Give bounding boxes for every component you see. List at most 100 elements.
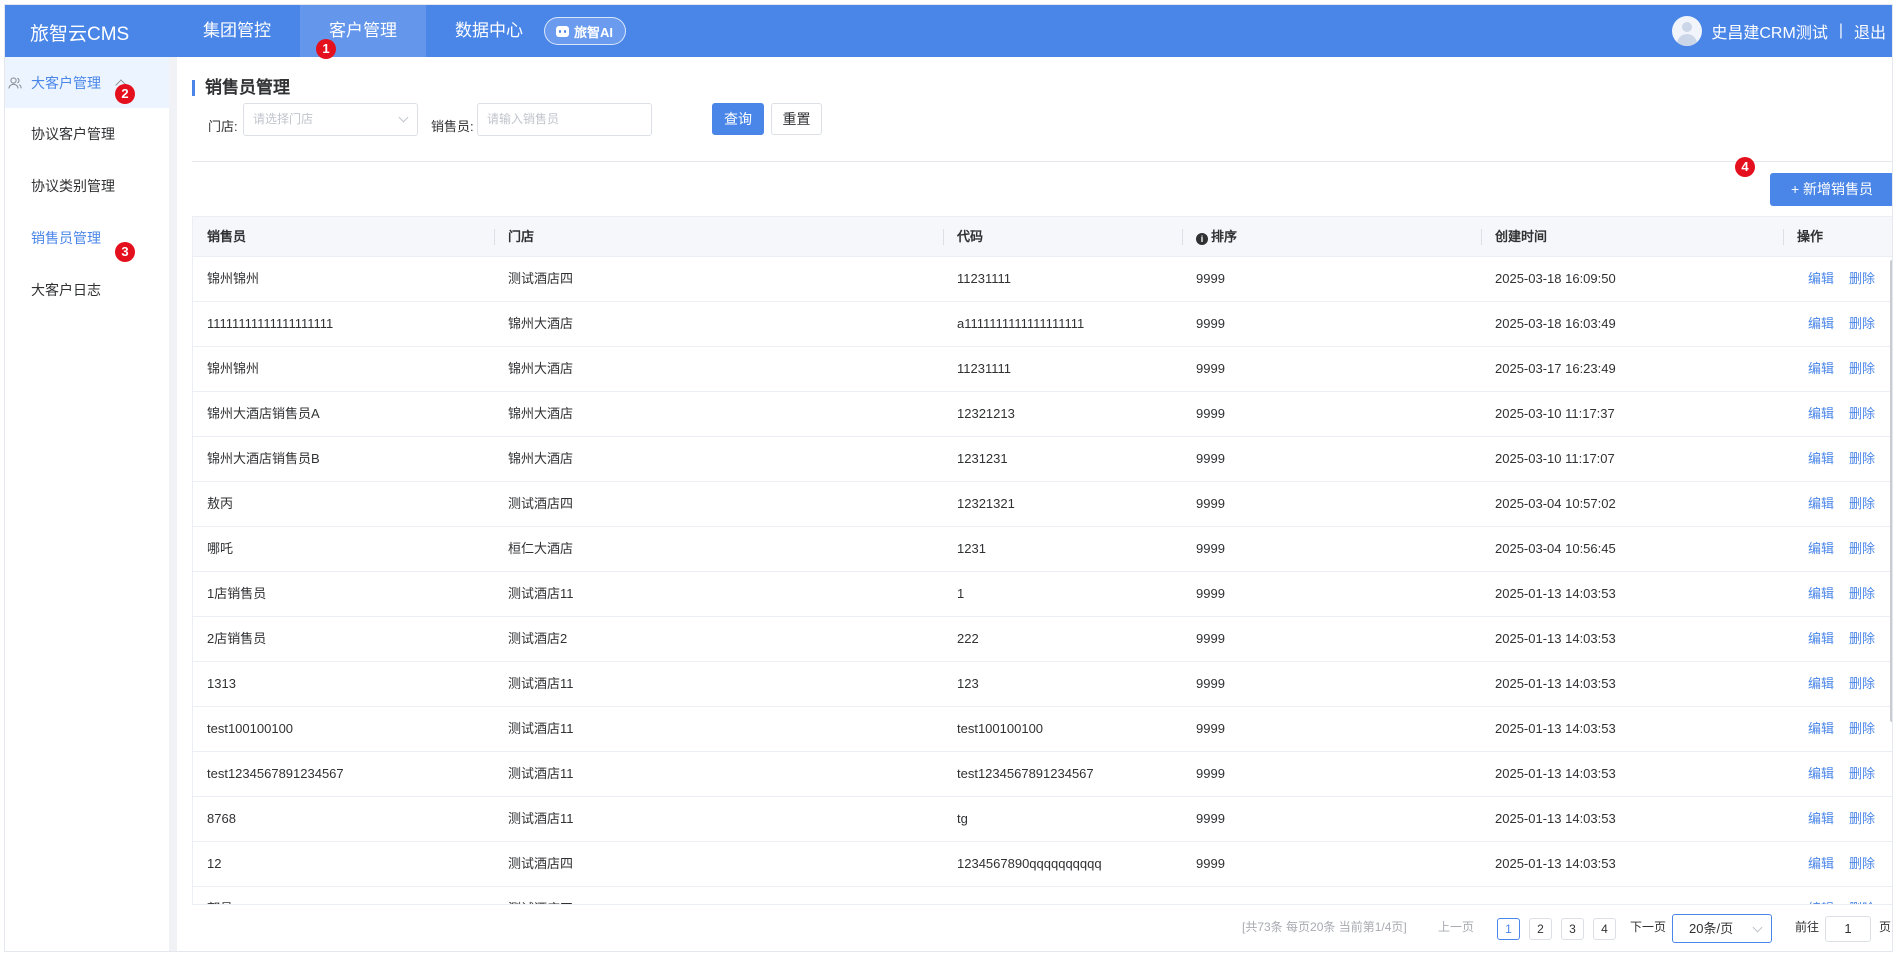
user-name[interactable]: 史昌建CRM测试: [1711, 19, 1827, 43]
salesperson-input[interactable]: 请输入销售员: [477, 103, 652, 136]
edit-link[interactable]: 编辑: [1808, 572, 1834, 616]
edit-link[interactable]: 编辑: [1808, 707, 1834, 751]
logout-link[interactable]: 退出: [1854, 19, 1886, 43]
nav-data-center[interactable]: 数据中心: [426, 5, 552, 57]
cell-code: 12321321: [957, 496, 1015, 511]
goto-page-input[interactable]: 1: [1825, 916, 1871, 942]
edit-link[interactable]: 编辑: [1808, 662, 1834, 706]
divider: [192, 161, 1892, 162]
add-salesperson-button[interactable]: + 新增销售员: [1770, 173, 1892, 206]
delete-link[interactable]: 删除: [1849, 797, 1875, 841]
delete-link[interactable]: 删除: [1849, 482, 1875, 526]
delete-link[interactable]: 删除: [1849, 842, 1875, 886]
edit-link[interactable]: 编辑: [1808, 302, 1834, 346]
cell-code: 1231231: [957, 451, 1008, 466]
cell-salesperson: test1234567891234567: [207, 766, 344, 781]
table-scrollbar[interactable]: [1890, 260, 1892, 722]
page-button-4[interactable]: 4: [1593, 918, 1616, 940]
edit-link[interactable]: 编辑: [1808, 437, 1834, 481]
edit-link[interactable]: 编辑: [1808, 392, 1834, 436]
sidebar-item-salesperson-management[interactable]: 销售员管理: [5, 212, 169, 264]
brand-logo[interactable]: 旅智云CMS: [30, 19, 129, 46]
cell-store: 测试酒店11: [508, 766, 574, 781]
avatar[interactable]: [1672, 16, 1703, 46]
table-row: 12 测试酒店四 1234567890qqqqqqqqqq 9999 2025-01-1…: [193, 842, 1892, 887]
delete-link[interactable]: 删除: [1849, 662, 1875, 706]
page-size-select[interactable]: 20条/页: [1672, 914, 1772, 943]
nav-group-control[interactable]: 集团管控: [174, 5, 300, 57]
col-header-actions: 操作: [1797, 229, 1824, 244]
table-row: 8768 测试酒店11 tg 9999 2025-01-13 14:03:53 编辑 删除: [193, 797, 1892, 842]
cell-store: 锦州大酒店: [508, 361, 574, 376]
info-icon[interactable]: i: [1196, 233, 1208, 245]
edit-link[interactable]: 编辑: [1808, 887, 1834, 904]
cell-created: 2025-03-17 16:23:49: [1495, 361, 1616, 376]
cell-salesperson: 锦州大酒店销售员B: [207, 451, 320, 466]
table-row: 锦州锦州 测试酒店四 11231111 9999 2025-03-18 16:09:50…: [193, 257, 1892, 302]
cell-salesperson: 8768: [207, 811, 236, 826]
cell-code: 123: [957, 676, 979, 691]
delete-link[interactable]: 删除: [1849, 302, 1875, 346]
cell-store: 测试酒店2: [508, 631, 568, 646]
cell-code: a1111111111111111111: [957, 316, 1085, 331]
edit-link[interactable]: 编辑: [1808, 257, 1834, 301]
cell-order: 9999: [1196, 496, 1225, 511]
page-title: 销售员管理: [192, 79, 290, 96]
cell-salesperson: 1313: [207, 676, 236, 691]
ai-assistant-button[interactable]: 旅智AI: [544, 17, 627, 45]
cell-store: 桓仁大酒店: [508, 541, 574, 556]
delete-link[interactable]: 删除: [1849, 392, 1875, 436]
cell-code: 1231: [957, 541, 986, 556]
col-header-store: 门店: [508, 229, 535, 244]
page-button-2[interactable]: 2: [1529, 918, 1552, 940]
store-select[interactable]: 请选择门店: [243, 103, 418, 136]
edit-link[interactable]: 编辑: [1808, 617, 1834, 661]
edit-link[interactable]: 编辑: [1808, 347, 1834, 391]
delete-link[interactable]: 删除: [1849, 527, 1875, 571]
page-button-3[interactable]: 3: [1561, 918, 1584, 940]
delete-link[interactable]: 删除: [1849, 257, 1875, 301]
cell-order: 9999: [1196, 887, 1225, 904]
edit-link[interactable]: 编辑: [1808, 842, 1834, 886]
reset-button[interactable]: 重置: [771, 103, 822, 135]
sidebar-group-key-accounts[interactable]: 大客户管理: [5, 57, 169, 108]
cell-store: 测试酒店11: [508, 676, 574, 691]
cell-store: 测试酒店四: [508, 496, 574, 511]
cell-code: 1: [957, 586, 965, 601]
sidebar-item-key-account-log[interactable]: 大客户日志: [5, 264, 169, 316]
sidebar: 大客户管理 协议客户管理 协议类别管理 销售员管理 大客户日志: [5, 57, 169, 951]
delete-link[interactable]: 删除: [1849, 752, 1875, 796]
sidebar-item-agreement-customers[interactable]: 协议客户管理: [5, 108, 169, 160]
edit-link[interactable]: 编辑: [1808, 482, 1834, 526]
table-row: 锦州大酒店销售员B 锦州大酒店 1231231 9999 2025-03-10 11:1…: [193, 437, 1892, 482]
delete-link[interactable]: 删除: [1849, 887, 1875, 904]
chevron-down-icon: [398, 112, 409, 123]
page-suffix: 页: [1879, 920, 1892, 934]
sidebar-item-agreement-categories[interactable]: 协议类别管理: [5, 160, 169, 212]
cell-code: 789: [957, 887, 979, 904]
users-icon: [8, 76, 22, 89]
delete-link[interactable]: 删除: [1849, 347, 1875, 391]
cell-code: tg: [957, 811, 968, 826]
cell-code: test100100100: [957, 721, 1044, 736]
cell-store: 测试酒店11: [508, 586, 574, 601]
table-header: 销售员 门店 代码 i 排序 创建时间 操作: [193, 217, 1892, 257]
table-row: 郭昌 测试酒店四 789 9999 2025-01-13 14:03:53 编辑删除: [193, 887, 1892, 904]
page-size-value: 20条/页: [1689, 921, 1734, 936]
cell-store: 测试酒店四: [508, 271, 574, 286]
delete-link[interactable]: 删除: [1849, 617, 1875, 661]
prev-page-button[interactable]: 上一页: [1438, 914, 1474, 940]
cell-created: 2025-01-13 14:03:53: [1495, 811, 1616, 826]
cell-order: 9999: [1196, 586, 1225, 601]
edit-link[interactable]: 编辑: [1808, 797, 1834, 841]
delete-link[interactable]: 删除: [1849, 437, 1875, 481]
edit-link[interactable]: 编辑: [1808, 752, 1834, 796]
table-row: 敖丙 测试酒店四 12321321 9999 2025-03-04 10:57:02 编辑…: [193, 482, 1892, 527]
edit-link[interactable]: 编辑: [1808, 527, 1834, 571]
query-button[interactable]: 查询: [712, 103, 764, 135]
delete-link[interactable]: 删除: [1849, 707, 1875, 751]
delete-link[interactable]: 删除: [1849, 572, 1875, 616]
page-button-1[interactable]: 1: [1497, 918, 1520, 940]
cell-created: 2025-03-10 11:17:37: [1495, 406, 1615, 421]
next-page-button[interactable]: 下一页: [1630, 914, 1666, 940]
